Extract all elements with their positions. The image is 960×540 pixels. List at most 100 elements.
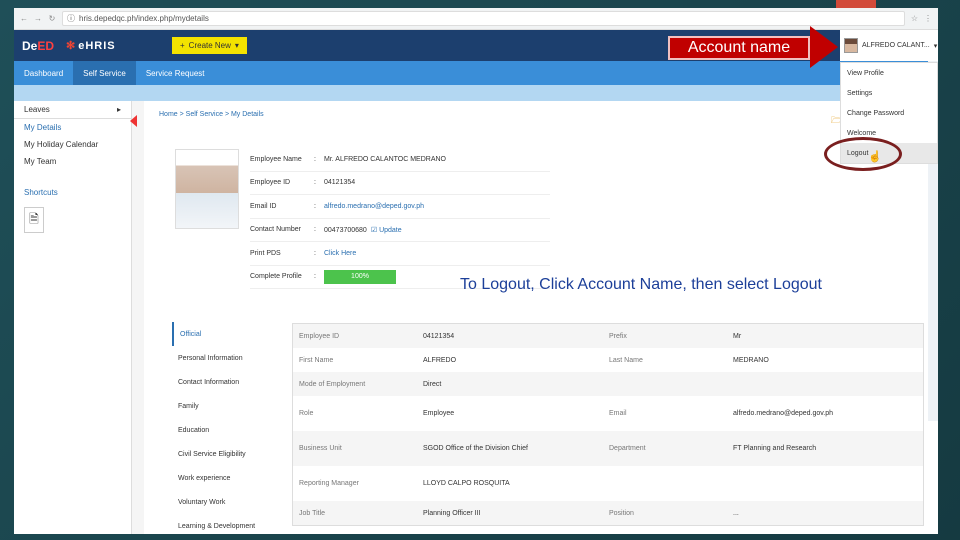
dropdown-item-settings[interactable]: Settings	[841, 83, 937, 103]
back-icon[interactable]: ←	[20, 14, 28, 23]
sidebar-item-holiday-calendar[interactable]: My Holiday Calendar	[14, 136, 131, 153]
dropdown-item-change-password[interactable]: Change Password	[841, 103, 937, 123]
table-label-cell: Position	[609, 509, 634, 517]
table-value-cell: MEDRANO	[733, 356, 769, 364]
account-menu-button[interactable]: ALFREDO CALANT... ▾	[840, 30, 938, 61]
print-pds-link[interactable]: Click Here	[324, 250, 550, 257]
tab-work-experience[interactable]: Work experience	[172, 466, 284, 490]
address-bar: ← → ↻ ⓘ hris.depedqc.ph/index.php/mydeta…	[14, 8, 938, 30]
table-row: Business Unit SGOD Office of the Division…	[293, 431, 923, 466]
shortcuts-heading: Shortcuts	[24, 188, 58, 197]
browser-window: ← → ↻ ⓘ hris.depedqc.ph/index.php/mydeta…	[14, 8, 938, 534]
annotation-instruction: To Logout, Click Account Name, then sele…	[460, 276, 822, 293]
profile-row: Employee Name: Mr. ALFREDO CALANTOC MEDR…	[250, 148, 550, 172]
table-row: Reporting Manager LLOYD CALPO ROSQUITA	[293, 466, 923, 501]
table-value-cell: Planning Officer III	[423, 509, 481, 517]
sidebar-item-my-team[interactable]: My Team	[14, 153, 131, 170]
url-text: hris.depedqc.ph/index.php/mydetails	[79, 14, 209, 23]
table-row: Mode of Employment Direct	[293, 372, 923, 396]
deped-logo[interactable]: DeED	[22, 39, 54, 53]
plus-icon: +	[180, 41, 185, 50]
table-label-cell: Role	[299, 410, 314, 417]
main-content: Home > Self Service > My Details 🗁 Emplo…	[150, 101, 928, 534]
profile-tabs: Official Personal Information Contact Info…	[172, 322, 284, 534]
update-link[interactable]: Update	[379, 227, 402, 234]
contact-number: 00473700680	[324, 226, 367, 234]
tab-civil-service-eligibility[interactable]: Civil Service Eligibility	[172, 442, 284, 466]
table-value-cell: FT Planning and Research	[733, 445, 817, 452]
table-label-cell: Employee ID	[299, 332, 340, 340]
info-icon: ⓘ	[67, 14, 75, 23]
annotation-account-name: Account name	[668, 36, 810, 60]
table-label-cell: Last Name	[609, 356, 643, 364]
table-value-cell: alfredo.medrano@deped.gov.ph	[733, 410, 833, 417]
table-value-cell: SGOD Office of the Division Chief	[423, 445, 528, 452]
menu-service-request[interactable]: Service Request	[136, 61, 215, 85]
dropdown-item-view-profile[interactable]: View Profile	[841, 63, 937, 83]
chevron-down-icon: ▾	[933, 42, 938, 50]
profile-photo	[175, 149, 239, 229]
profile-row: Print PDS: Click Here	[250, 242, 550, 266]
create-new-button[interactable]: + Create New ▾	[172, 37, 247, 54]
menu-dashboard[interactable]: Dashboard	[14, 61, 73, 85]
annotation-circle	[824, 137, 902, 171]
annotation-arrow	[810, 26, 838, 68]
avatar	[844, 38, 858, 53]
sidebar: Leaves ▸ My Details My Holiday Calendar …	[14, 101, 132, 534]
table-value-cell: LLOYD CALPO ROSQUITA	[423, 480, 510, 487]
menu-self-service[interactable]: Self Service	[73, 61, 136, 85]
breadcrumb[interactable]: Home > Self Service > My Details	[159, 111, 264, 118]
chevron-right-icon: ▸	[116, 105, 121, 114]
menu-dots-icon[interactable]: ⋮	[924, 14, 932, 23]
tab-learning-development[interactable]: Learning & Development	[172, 514, 284, 534]
account-name: ALFREDO CALANT...	[862, 42, 930, 49]
table-value-cell: ...	[733, 509, 739, 517]
tab-contact-information[interactable]: Contact Information	[172, 370, 284, 394]
table-row: Employee ID 04121354 Prefix Mr	[293, 324, 923, 348]
table-value-cell: Direct	[423, 380, 442, 388]
forward-icon[interactable]: →	[34, 14, 42, 23]
table-value-cell: Mr	[733, 332, 742, 340]
table-label-cell: Business Unit	[299, 445, 342, 452]
tab-family[interactable]: Family	[172, 394, 284, 418]
employee-id: 04121354	[324, 179, 356, 187]
slide-accent	[836, 0, 876, 8]
table-value-cell: 04121354	[423, 332, 455, 340]
reload-icon[interactable]: ↻	[48, 14, 56, 23]
table-label-cell: Email	[609, 410, 627, 417]
table-row: Role Employee Email alfredo.medrano@deped.g…	[293, 396, 923, 431]
email-link[interactable]: alfredo.medrano@deped.gov.ph	[324, 203, 550, 210]
update-icon[interactable]: ☑	[371, 227, 377, 234]
sub-bar	[14, 85, 938, 101]
employee-name: Mr. ALFREDO CALANTOC MEDRANO	[324, 155, 447, 163]
table-row: First Name ALFREDO Last Name MEDRANO	[293, 348, 923, 372]
table-value-cell: ALFREDO	[423, 356, 457, 364]
sidebar-gutter	[132, 101, 144, 534]
document-icon[interactable]: 🗎	[24, 207, 44, 233]
url-field[interactable]: ⓘ hris.depedqc.ph/index.php/mydetails	[62, 11, 905, 26]
details-table: Employee ID 04121354 Prefix Mr First Name ALF…	[292, 323, 924, 526]
table-label-cell: Department	[609, 445, 646, 452]
table-label-cell: First Name	[299, 356, 334, 364]
table-label-cell: Prefix	[609, 332, 627, 340]
ehris-logo[interactable]: eHRIS	[66, 39, 116, 52]
star-icon[interactable]: ☆	[911, 14, 918, 23]
tab-personal-information[interactable]: Personal Information	[172, 346, 284, 370]
profile-row: Email ID: alfredo.medrano@deped.gov.ph	[250, 195, 550, 219]
table-row: Job Title Planning Officer III Position...	[293, 501, 923, 525]
tab-voluntary-work[interactable]: Voluntary Work	[172, 490, 284, 514]
collapse-sidebar-icon[interactable]	[130, 115, 137, 127]
caret-down-icon: ▾	[234, 41, 239, 50]
sidebar-item-my-details[interactable]: My Details	[14, 119, 131, 136]
profile-row: Employee ID: 04121354	[250, 172, 550, 195]
pointer-cursor-icon: ☝	[868, 151, 882, 163]
tab-official[interactable]: Official	[172, 322, 284, 346]
profile-progress-bar: 100%	[324, 269, 396, 284]
table-label-cell: Job Title	[299, 509, 326, 517]
table-value-cell: Employee	[423, 410, 455, 417]
tab-education[interactable]: Education	[172, 418, 284, 442]
profile-row: Contact Number: 00473700680 ☑ Update	[250, 219, 550, 242]
profile-summary: Employee Name: Mr. ALFREDO CALANTOC MEDR…	[250, 148, 550, 289]
table-label-cell: Mode of Employment	[299, 380, 366, 388]
sidebar-item-leaves[interactable]: Leaves ▸	[14, 101, 131, 119]
